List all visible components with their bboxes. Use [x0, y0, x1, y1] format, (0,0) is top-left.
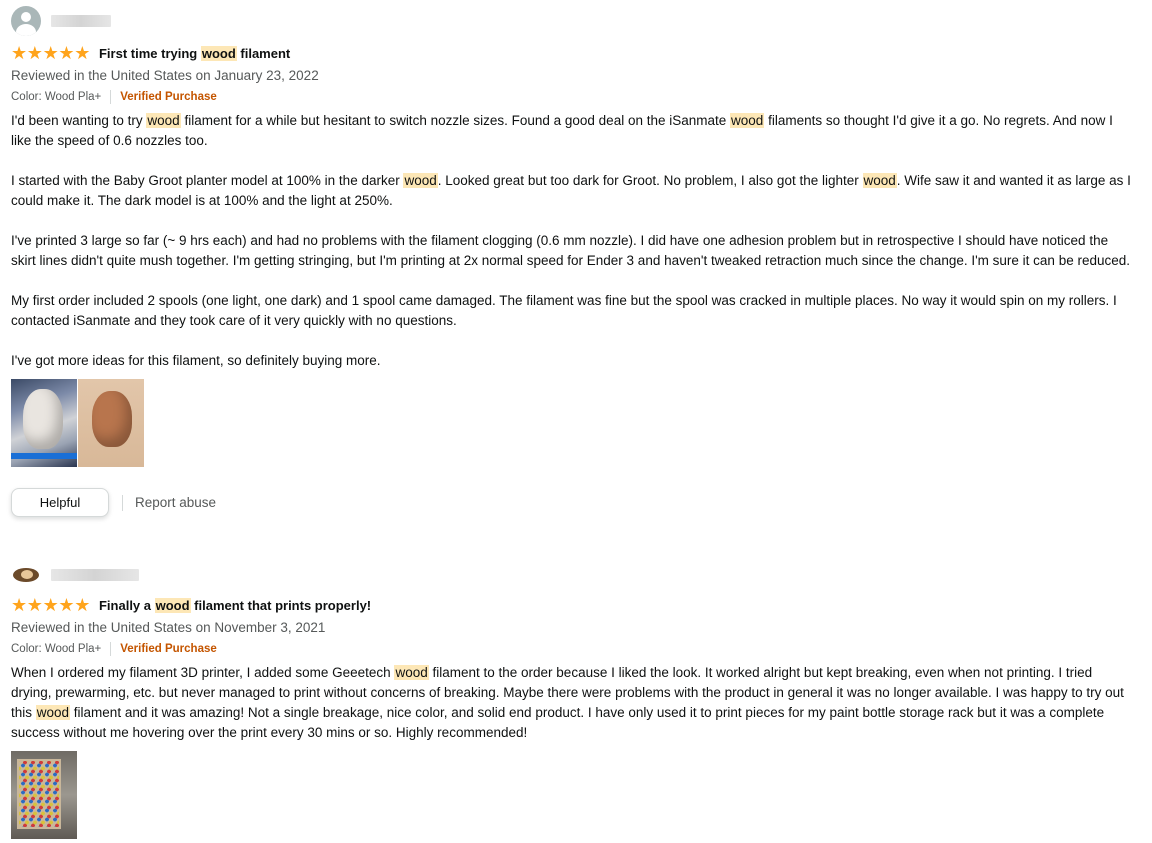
- star-icon: ★: [11, 43, 28, 63]
- review-paragraph: My first order included 2 spools (one li…: [11, 293, 1117, 328]
- default-avatar-icon[interactable]: [11, 6, 41, 36]
- review-image-thumbnail[interactable]: [11, 379, 77, 467]
- divider: [110, 642, 112, 656]
- report-abuse-link[interactable]: Report abuse: [135, 495, 216, 510]
- star-icon: ★: [58, 43, 75, 63]
- helpful-button[interactable]: Helpful: [11, 488, 109, 517]
- product-variant[interactable]: Color: Wood Pla+: [11, 89, 101, 105]
- search-highlight: wood: [730, 113, 765, 128]
- review-image-thumbnail[interactable]: [11, 751, 77, 839]
- star-icon: ★: [74, 595, 91, 615]
- reviewer-profile[interactable]: [11, 560, 1136, 590]
- review-date: Reviewed in the United States on January…: [11, 68, 319, 83]
- search-highlight: wood: [200, 45, 237, 61]
- star-icon: ★: [74, 43, 91, 63]
- review-title[interactable]: First time trying wood filament: [99, 45, 290, 61]
- avatar[interactable]: [11, 563, 41, 587]
- review-paragraph: When I ordered my filament 3D printer, I…: [11, 665, 1124, 740]
- search-highlight: wood: [146, 113, 181, 128]
- star-icon: ★: [26, 43, 43, 63]
- review-paragraph: I've got more ideas for this filament, s…: [11, 353, 381, 368]
- divider: [122, 494, 123, 511]
- verified-purchase-badge[interactable]: Verified Purchase: [120, 641, 217, 657]
- star-icon: ★: [42, 43, 59, 63]
- review-meta: Color: Wood Pla+ Verified Purchase: [11, 89, 1136, 105]
- review-2: ★ ★ ★ ★ ★ Finally a wood filament that p…: [11, 560, 1136, 839]
- review-body: I'd been wanting to try wood filament fo…: [11, 111, 1136, 371]
- review-date: Reviewed in the United States on Novembe…: [11, 620, 326, 635]
- divider: [110, 90, 112, 104]
- review-title-row: ★ ★ ★ ★ ★ Finally a wood filament that p…: [11, 595, 1136, 615]
- reviewer-name-redacted[interactable]: [51, 569, 139, 581]
- search-highlight: wood: [154, 597, 191, 613]
- review-paragraph: I started with the Baby Groot planter mo…: [11, 173, 1131, 208]
- review-meta: Color: Wood Pla+ Verified Purchase: [11, 641, 1136, 657]
- review-title-row: ★ ★ ★ ★ ★ First time trying wood filamen…: [11, 43, 1136, 63]
- star-rating[interactable]: ★ ★ ★ ★ ★: [11, 595, 91, 615]
- review-actions: Helpful Report abuse: [11, 488, 1136, 517]
- search-highlight: wood: [403, 173, 438, 188]
- review-images: [11, 379, 1136, 467]
- review-paragraph: I've printed 3 large so far (~ 9 hrs eac…: [11, 233, 1130, 268]
- reviewer-profile[interactable]: [11, 6, 1136, 36]
- star-icon: ★: [11, 595, 28, 615]
- star-rating[interactable]: ★ ★ ★ ★ ★: [11, 43, 91, 63]
- reviewer-name-redacted[interactable]: [51, 15, 111, 27]
- review-title[interactable]: Finally a wood filament that prints prop…: [99, 597, 371, 613]
- star-icon: ★: [26, 595, 43, 615]
- review-body: When I ordered my filament 3D printer, I…: [11, 663, 1136, 743]
- search-highlight: wood: [862, 173, 897, 188]
- search-highlight: wood: [394, 665, 429, 680]
- product-variant[interactable]: Color: Wood Pla+: [11, 641, 101, 657]
- star-icon: ★: [58, 595, 75, 615]
- review-images: [11, 751, 1136, 839]
- review-image-thumbnail[interactable]: [78, 379, 144, 467]
- review-1: ★ ★ ★ ★ ★ First time trying wood filamen…: [11, 6, 1136, 517]
- verified-purchase-badge[interactable]: Verified Purchase: [120, 89, 217, 105]
- star-icon: ★: [42, 595, 59, 615]
- review-paragraph: I'd been wanting to try wood filament fo…: [11, 113, 1113, 148]
- search-highlight: wood: [35, 705, 71, 720]
